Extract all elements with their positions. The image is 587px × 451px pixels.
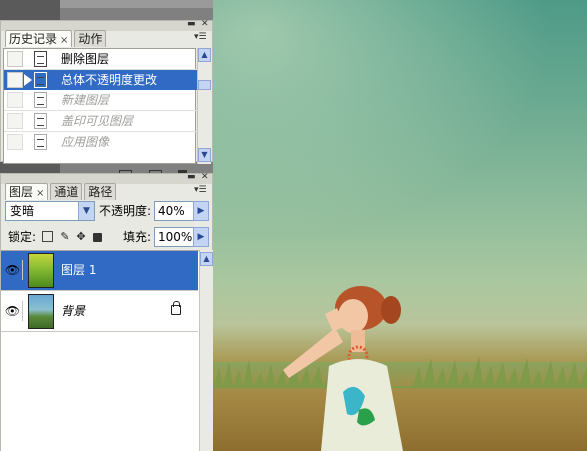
history-state-icon xyxy=(34,51,47,67)
layer-name[interactable]: 图层 1 xyxy=(61,263,96,277)
history-tabs: 历史记录 × 动作 xyxy=(5,30,108,48)
snapshot-source-checkbox[interactable] xyxy=(7,51,23,67)
lock-all-icon[interactable] xyxy=(93,233,102,242)
scroll-thumb[interactable] xyxy=(198,80,211,90)
scroll-up-icon[interactable]: ▲ xyxy=(198,48,211,62)
layer-row-layer1[interactable]: 👁 图层 1 xyxy=(1,251,198,291)
layers-panel: ▬ ✕ 图层 × 通道 路径 ▾☰ 变暗 ▼ 不透明度: 40% ▶ 锁定: ✎ … xyxy=(0,172,214,451)
photo-canvas[interactable] xyxy=(213,0,587,451)
panel-menu-icon[interactable]: ▾☰ xyxy=(194,185,207,195)
tab-close-icon[interactable]: × xyxy=(60,35,68,46)
history-item[interactable]: 盖印可见图层 xyxy=(4,111,197,131)
lock-transparency-icon[interactable] xyxy=(42,231,53,242)
lock-image-pixels-icon[interactable]: ✎ xyxy=(59,231,71,243)
blend-row: 变暗 ▼ 不透明度: 40% ▶ xyxy=(1,201,214,225)
fill-label: 填充: xyxy=(123,230,152,244)
layer-row-background[interactable]: 👁 背景 xyxy=(1,292,198,332)
minimize-icon[interactable]: ▬ xyxy=(187,19,196,29)
layers-list: 👁 图层 1 👁 背景 xyxy=(1,250,199,451)
layer-name[interactable]: 背景 xyxy=(61,304,85,318)
scroll-down-icon[interactable]: ▼ xyxy=(198,148,211,162)
fill-value: 100% xyxy=(158,230,193,244)
opacity-label: 不透明度: xyxy=(99,204,152,218)
lock-icon xyxy=(171,301,181,315)
blend-mode-value: 变暗 xyxy=(10,204,35,218)
layer-thumbnail xyxy=(28,294,54,329)
fill-field[interactable]: 100% ▶ xyxy=(154,227,209,247)
layers-tabs: 图层 × 通道 路径 xyxy=(5,183,118,201)
tab-close-icon[interactable]: × xyxy=(36,188,44,199)
opacity-field[interactable]: 40% ▶ xyxy=(154,201,209,221)
panel-menu-icon[interactable]: ▾☰ xyxy=(194,32,207,42)
history-item[interactable]: 删除图层 xyxy=(4,49,197,69)
history-item-label: 应用图像 xyxy=(61,135,110,149)
minimize-icon[interactable]: ▬ xyxy=(187,172,196,182)
tab-channels[interactable]: 通道 xyxy=(50,183,83,200)
history-item-label: 新建图层 xyxy=(61,93,110,107)
history-state-icon xyxy=(34,113,47,129)
snapshot-source-checkbox[interactable] xyxy=(7,134,23,150)
tab-label: 图层 xyxy=(9,185,34,199)
history-panel: ▬ ✕ 历史记录 × 动作 ▾☰ 删除图层 总体不透明度更改 新建图层 盖印可见… xyxy=(0,19,213,181)
blend-mode-select[interactable]: 变暗 ▼ xyxy=(5,201,95,221)
tab-paths[interactable]: 路径 xyxy=(84,183,117,200)
tab-label: 通道 xyxy=(54,185,79,199)
tab-layers[interactable]: 图层 × xyxy=(5,183,49,200)
history-item-label: 总体不透明度更改 xyxy=(61,73,158,87)
layer-thumbnail xyxy=(28,253,54,288)
history-item-label: 盖印可见图层 xyxy=(61,114,134,128)
history-state-slider-icon[interactable] xyxy=(24,74,32,86)
lock-position-icon[interactable]: ✥ xyxy=(75,231,87,243)
tab-actions[interactable]: 动作 xyxy=(74,30,107,47)
tab-label: 路径 xyxy=(88,185,113,199)
history-item[interactable]: 新建图层 xyxy=(4,90,197,110)
history-state-icon xyxy=(34,92,47,108)
snapshot-source-checkbox[interactable] xyxy=(7,113,23,129)
chevron-down-icon[interactable]: ▼ xyxy=(78,202,94,220)
eye-icon[interactable]: 👁 xyxy=(3,260,23,280)
history-item-label: 删除图层 xyxy=(61,52,110,66)
tab-label: 历史记录 xyxy=(9,32,58,46)
opacity-slider-arrow-icon[interactable]: ▶ xyxy=(193,201,209,221)
tab-history[interactable]: 历史记录 × xyxy=(5,30,73,47)
girl-figure xyxy=(283,286,403,451)
history-state-icon xyxy=(34,72,47,88)
lock-label: 锁定: xyxy=(8,230,37,244)
snapshot-source-checkbox[interactable] xyxy=(7,92,23,108)
layers-scrollbar[interactable]: ▲ xyxy=(199,250,213,451)
sky-glow xyxy=(213,0,553,240)
lock-row: 锁定: ✎ ✥ 填充: 100% ▶ xyxy=(1,227,214,251)
opacity-value: 40% xyxy=(158,204,185,218)
close-icon[interactable]: ✕ xyxy=(201,19,209,29)
tab-label: 动作 xyxy=(78,32,103,46)
snapshot-source-checkbox[interactable] xyxy=(7,72,23,88)
history-item[interactable]: 应用图像 xyxy=(4,132,197,152)
fill-slider-arrow-icon[interactable]: ▶ xyxy=(193,227,209,247)
history-scrollbar[interactable]: ▲ ▼ xyxy=(197,48,211,164)
eye-icon[interactable]: 👁 xyxy=(3,301,23,321)
history-list: 删除图层 总体不透明度更改 新建图层 盖印可见图层 应用图像 xyxy=(3,48,197,164)
history-state-icon xyxy=(34,134,47,150)
close-icon[interactable]: ✕ xyxy=(201,172,209,182)
scroll-up-icon[interactable]: ▲ xyxy=(200,252,213,266)
history-item-selected[interactable]: 总体不透明度更改 xyxy=(4,70,197,90)
